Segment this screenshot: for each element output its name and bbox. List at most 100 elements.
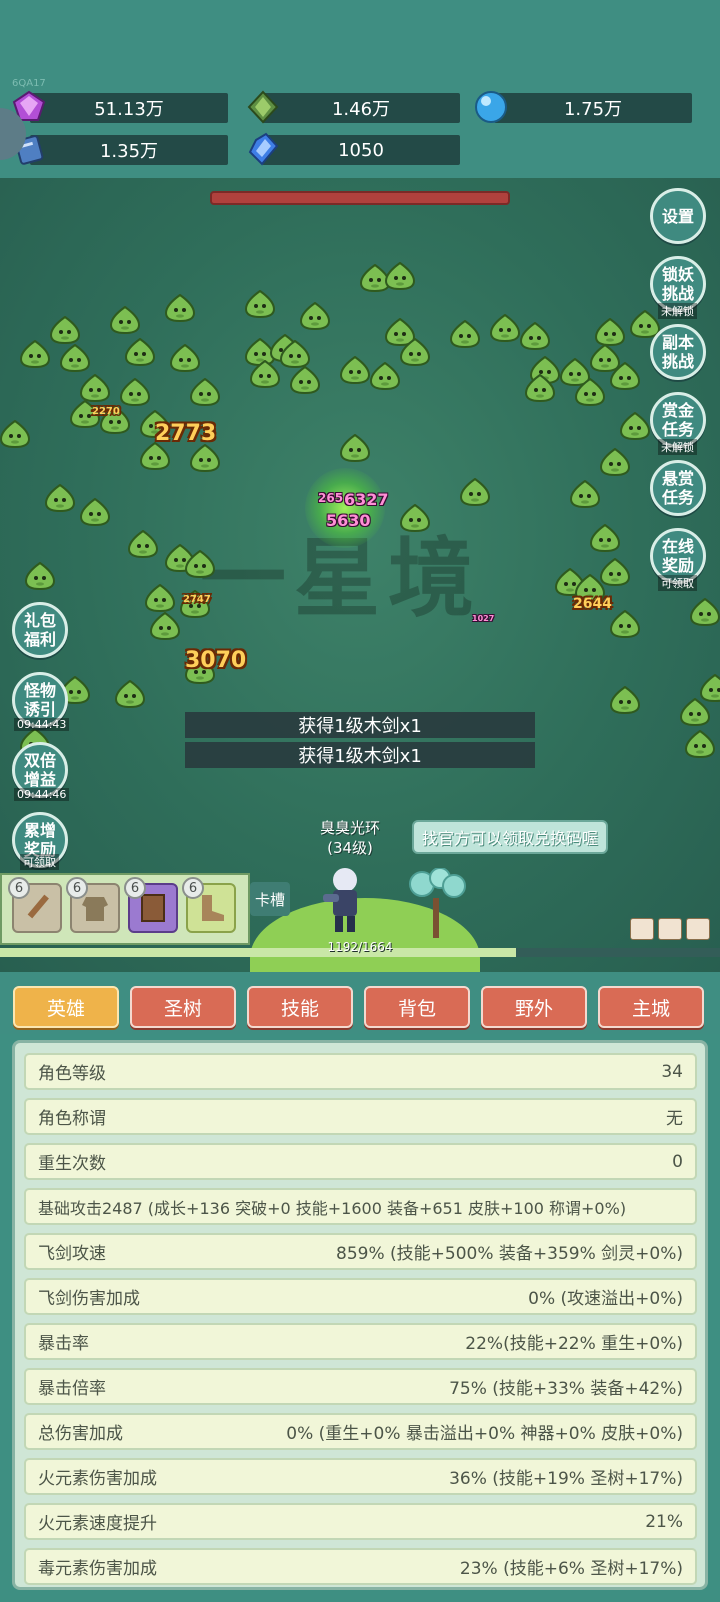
stat-label: 毒元素伤害加成	[38, 1559, 157, 1579]
tab-hero[interactable]: 英雄	[13, 986, 119, 1028]
damage-number: 6327	[344, 490, 389, 509]
slot-armor[interactable]: 6	[66, 877, 120, 933]
version-label: 6QA17	[12, 78, 46, 89]
green-slime-icon	[44, 483, 76, 513]
green-slime-icon	[144, 583, 176, 613]
green-slime-icon	[19, 339, 51, 369]
stat-value: 36% (技能+19% 圣树+17%)	[449, 1469, 683, 1489]
green-slime-icon	[0, 419, 31, 449]
card-slot-button[interactable]: 卡槽	[250, 882, 290, 916]
damage-number: 2747	[183, 594, 211, 605]
green-slime-icon	[299, 301, 331, 331]
tab-wild[interactable]: 野外	[481, 986, 587, 1028]
battle-field[interactable]: 一星境 2773 3070 5630 6327 2644 2747 2270 2…	[0, 178, 720, 972]
green-slime-icon	[139, 441, 171, 471]
button-label: 双倍增益	[23, 751, 56, 789]
stat-label: 暴击倍率	[38, 1379, 106, 1399]
green-slime-icon	[114, 679, 146, 709]
reward-task-button[interactable]: 悬赏任务	[650, 460, 706, 516]
resource-books: 1.35万	[30, 135, 228, 165]
hint-bubble[interactable]: 找官方可以领取兑换码喔	[412, 820, 609, 854]
stat-label: 火元素伤害加成	[38, 1469, 157, 1489]
green-slime-icon	[679, 697, 711, 727]
stat-value: 无	[666, 1109, 683, 1129]
tab-main-city[interactable]: 主城	[598, 986, 704, 1028]
green-slime-icon	[127, 529, 159, 559]
green-slime-icon	[24, 561, 56, 591]
stat-value: 22%(技能+22% 重生+0%)	[465, 1334, 683, 1354]
green-crystal-icon	[246, 90, 280, 124]
stat-label: 角色称谓	[38, 1109, 106, 1129]
stat-label: 总伤害加成	[38, 1424, 123, 1444]
green-slime-icon	[384, 261, 416, 291]
hero-character[interactable]	[315, 866, 375, 936]
button-label: 悬赏任务	[661, 469, 694, 507]
button-label: 在线奖励	[661, 537, 694, 575]
green-slime-icon	[569, 479, 601, 509]
green-slime-icon	[279, 339, 311, 369]
resource-value: 51.13万	[94, 99, 164, 120]
slot-shield[interactable]: 6	[124, 877, 178, 933]
stat-value: 75% (技能+33% 装备+42%)	[449, 1379, 683, 1399]
green-slime-icon	[684, 729, 716, 759]
stat-row: 飞剑伤害加成 0% (攻速溢出+0%)	[24, 1278, 697, 1315]
green-slime-icon	[339, 433, 371, 463]
stat-value: 0% (重生+0% 暴击溢出+0% 神器+0% 皮肤+0%)	[286, 1424, 683, 1444]
button-timer: 09:44:46	[14, 788, 70, 801]
green-slime-icon	[399, 337, 431, 367]
green-slime-icon	[399, 503, 431, 533]
stat-label: 飞剑攻速	[38, 1244, 106, 1264]
tab-backpack[interactable]: 背包	[364, 986, 470, 1028]
damage-number: 1027	[472, 614, 495, 623]
damage-number: 3070	[185, 648, 247, 673]
green-slime-icon	[49, 315, 81, 345]
button-status: 未解锁	[658, 439, 697, 455]
bubble-tree-icon	[400, 867, 470, 938]
stat-value: 859% (技能+500% 装备+359% 剑灵+0%)	[336, 1244, 683, 1264]
stat-value: 21%	[645, 1511, 683, 1532]
resource-value: 1.46万	[331, 99, 391, 120]
auto-toggle-icon[interactable]	[658, 918, 682, 940]
damage-number: 2270	[92, 406, 120, 417]
stat-label: 飞剑伤害加成	[38, 1289, 140, 1309]
tab-holy-tree[interactable]: 圣树	[130, 986, 236, 1028]
resource-header: 6QA17 51.13万 1.46万 1.75万 1.35万 1050	[0, 0, 720, 178]
gift-pack-button[interactable]: 礼包福利	[12, 602, 68, 658]
stat-row: 火元素速度提升 21%	[24, 1503, 697, 1540]
skip-toggle-icon[interactable]	[686, 918, 710, 940]
resource-value: 1.75万	[563, 99, 623, 120]
hero-name-label: 臭臭光环 (34级)	[310, 818, 390, 858]
speed-toggle-icon[interactable]	[630, 918, 654, 940]
stat-row: 角色等级 34	[24, 1053, 697, 1090]
loot-notice: 获得1级木剑x1	[185, 742, 535, 768]
resource-crystal: 1.46万	[262, 93, 460, 123]
resource-value: 1050	[338, 139, 384, 161]
stat-row: 基础攻击2487 (成长+136 突破+0 技能+1600 装备+651 皮肤+…	[24, 1188, 697, 1225]
blue-shard-icon	[246, 132, 280, 166]
resource-shards: 1050	[262, 135, 460, 165]
green-slime-icon	[689, 597, 720, 627]
stat-label: 角色等级	[38, 1064, 106, 1084]
green-slime-icon	[519, 321, 551, 351]
green-slime-icon	[599, 447, 631, 477]
green-slime-icon	[189, 377, 221, 407]
green-slime-icon	[164, 293, 196, 323]
green-slime-icon	[149, 611, 181, 641]
slot-boots[interactable]: 6	[182, 877, 236, 933]
button-status: 可领取	[658, 575, 697, 591]
tab-skills[interactable]: 技能	[247, 986, 353, 1028]
button-status: 可领取	[20, 854, 59, 870]
green-slime-icon	[109, 305, 141, 335]
button-label: 设置	[661, 206, 694, 226]
slot-level: 6	[124, 877, 146, 899]
resource-gems: 51.13万	[30, 93, 228, 123]
hero-stats-panel[interactable]: 角色等级 34 角色称谓 无 重生次数 0 基础攻击2487 (成长+136 突破+0…	[12, 1040, 708, 1590]
slot-wood-sword[interactable]: 6	[8, 877, 62, 933]
green-slime-icon	[119, 377, 151, 407]
slot-level: 6	[8, 877, 30, 899]
dungeon-challenge-button[interactable]: 副本挑战	[650, 324, 706, 380]
stat-label: 暴击率	[38, 1334, 89, 1354]
hero-level: (34级)	[327, 839, 373, 857]
settings-button[interactable]: 设置	[650, 188, 706, 244]
button-label: 礼包福利	[23, 611, 56, 649]
